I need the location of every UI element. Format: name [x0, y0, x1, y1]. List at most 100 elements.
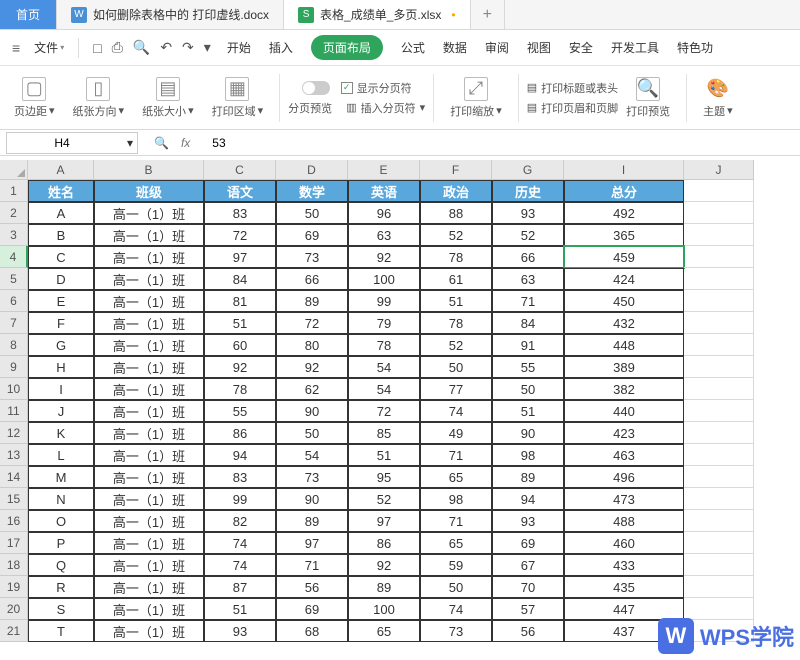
cell[interactable]: 高一（1）班 — [94, 400, 204, 422]
cell[interactable]: 90 — [276, 400, 348, 422]
cell[interactable]: 高一（1）班 — [94, 312, 204, 334]
cell[interactable]: M — [28, 466, 94, 488]
print-preview-button[interactable]: 🔍打印预览 — [618, 73, 678, 123]
cell[interactable]: 382 — [564, 378, 684, 400]
cell[interactable]: 63 — [348, 224, 420, 246]
cell[interactable]: 84 — [492, 312, 564, 334]
show-breaks-checkbox[interactable]: ✓ — [341, 82, 353, 94]
cell[interactable]: B — [28, 224, 94, 246]
cell[interactable]: 71 — [420, 510, 492, 532]
cell[interactable]: 84 — [204, 268, 276, 290]
cell[interactable]: 66 — [492, 246, 564, 268]
col-header-A[interactable]: A — [28, 160, 94, 180]
cell[interactable]: D — [28, 268, 94, 290]
cell[interactable]: 447 — [564, 598, 684, 620]
menu-6[interactable]: 视图 — [527, 39, 551, 56]
cell[interactable]: 51 — [420, 290, 492, 312]
cell[interactable]: 80 — [276, 334, 348, 356]
cell[interactable]: 85 — [348, 422, 420, 444]
theme-button[interactable]: 🎨主题▾ — [695, 73, 741, 123]
cell[interactable]: 51 — [204, 312, 276, 334]
cell[interactable]: 448 — [564, 334, 684, 356]
cell[interactable]: 496 — [564, 466, 684, 488]
print-icon[interactable]: ⎙ — [112, 39, 123, 56]
cell[interactable]: 365 — [564, 224, 684, 246]
cell[interactable]: 97 — [348, 510, 420, 532]
cell[interactable]: 59 — [420, 554, 492, 576]
cell[interactable]: 435 — [564, 576, 684, 598]
cell[interactable]: 78 — [420, 246, 492, 268]
cell[interactable]: 74 — [420, 598, 492, 620]
cell[interactable]: 86 — [204, 422, 276, 444]
cell[interactable]: 90 — [276, 488, 348, 510]
cell[interactable]: 高一（1）班 — [94, 202, 204, 224]
cell[interactable]: 89 — [348, 576, 420, 598]
cell[interactable]: 95 — [348, 466, 420, 488]
cell[interactable]: 99 — [204, 488, 276, 510]
cell[interactable]: 69 — [276, 224, 348, 246]
cell[interactable]: 460 — [564, 532, 684, 554]
cell[interactable]: 高一（1）班 — [94, 510, 204, 532]
cell[interactable] — [684, 576, 754, 598]
col-header-G[interactable]: G — [492, 160, 564, 180]
cell[interactable] — [684, 356, 754, 378]
margins-button[interactable]: ▢页边距▾ — [6, 73, 63, 123]
insert-breaks-button[interactable]: 插入分页符 — [361, 100, 416, 116]
row-header-4[interactable]: 4 — [0, 246, 28, 268]
cell[interactable]: F — [28, 312, 94, 334]
name-box[interactable]: ▾ — [6, 132, 138, 154]
print-title-button[interactable]: ▤打印标题或表头 — [527, 80, 618, 96]
cell[interactable] — [684, 444, 754, 466]
cell[interactable]: P — [28, 532, 94, 554]
cell[interactable]: 52 — [492, 224, 564, 246]
cell[interactable]: 高一（1）班 — [94, 290, 204, 312]
cell[interactable]: C — [28, 246, 94, 268]
cell[interactable]: 450 — [564, 290, 684, 312]
cell[interactable]: L — [28, 444, 94, 466]
cell[interactable]: 高一（1）班 — [94, 422, 204, 444]
cell[interactable]: 94 — [204, 444, 276, 466]
cell[interactable]: 93 — [492, 202, 564, 224]
cell[interactable]: 51 — [492, 400, 564, 422]
cell[interactable]: 74 — [204, 554, 276, 576]
row-header-14[interactable]: 14 — [0, 466, 28, 488]
cell[interactable]: 高一（1）班 — [94, 598, 204, 620]
cell[interactable]: 63 — [492, 268, 564, 290]
cell[interactable]: E — [28, 290, 94, 312]
row-header-10[interactable]: 10 — [0, 378, 28, 400]
col-header-F[interactable]: F — [420, 160, 492, 180]
cell[interactable]: 高一（1）班 — [94, 532, 204, 554]
cell[interactable]: 72 — [204, 224, 276, 246]
cells-area[interactable]: 姓名班级语文数学英语政治历史总分A高一（1）班8350968893492B高一（… — [28, 180, 800, 642]
col-header-J[interactable]: J — [684, 160, 754, 180]
cell[interactable]: R — [28, 576, 94, 598]
formula-input[interactable] — [206, 132, 800, 154]
cell[interactable]: 高一（1）班 — [94, 444, 204, 466]
cell[interactable]: 52 — [420, 334, 492, 356]
cell[interactable]: 100 — [348, 268, 420, 290]
menu-1[interactable]: 插入 — [269, 39, 293, 56]
tab-docx[interactable]: W 如何删除表格中的 打印虚线.docx — [57, 0, 284, 29]
cell[interactable]: 97 — [204, 246, 276, 268]
hamburger-icon[interactable]: ≡ — [8, 40, 24, 56]
cell[interactable]: 54 — [276, 444, 348, 466]
cell[interactable]: 65 — [348, 620, 420, 642]
row-header-11[interactable]: 11 — [0, 400, 28, 422]
cell[interactable]: 70 — [492, 576, 564, 598]
cell[interactable] — [684, 422, 754, 444]
cell[interactable]: 高一（1）班 — [94, 224, 204, 246]
cell[interactable]: Q — [28, 554, 94, 576]
cell[interactable]: 67 — [492, 554, 564, 576]
cell[interactable]: 96 — [348, 202, 420, 224]
cell[interactable]: 高一（1）班 — [94, 554, 204, 576]
name-box-input[interactable] — [17, 136, 107, 150]
cell[interactable]: 92 — [348, 554, 420, 576]
cell[interactable]: 424 — [564, 268, 684, 290]
cell[interactable]: 52 — [420, 224, 492, 246]
cell[interactable]: 78 — [204, 378, 276, 400]
print-area-button[interactable]: ▦打印区域▾ — [204, 73, 272, 123]
cell[interactable]: 50 — [492, 378, 564, 400]
cell[interactable]: 班级 — [94, 180, 204, 202]
cell[interactable]: 65 — [420, 466, 492, 488]
page-preview-label[interactable]: 分页预览 — [288, 100, 332, 116]
